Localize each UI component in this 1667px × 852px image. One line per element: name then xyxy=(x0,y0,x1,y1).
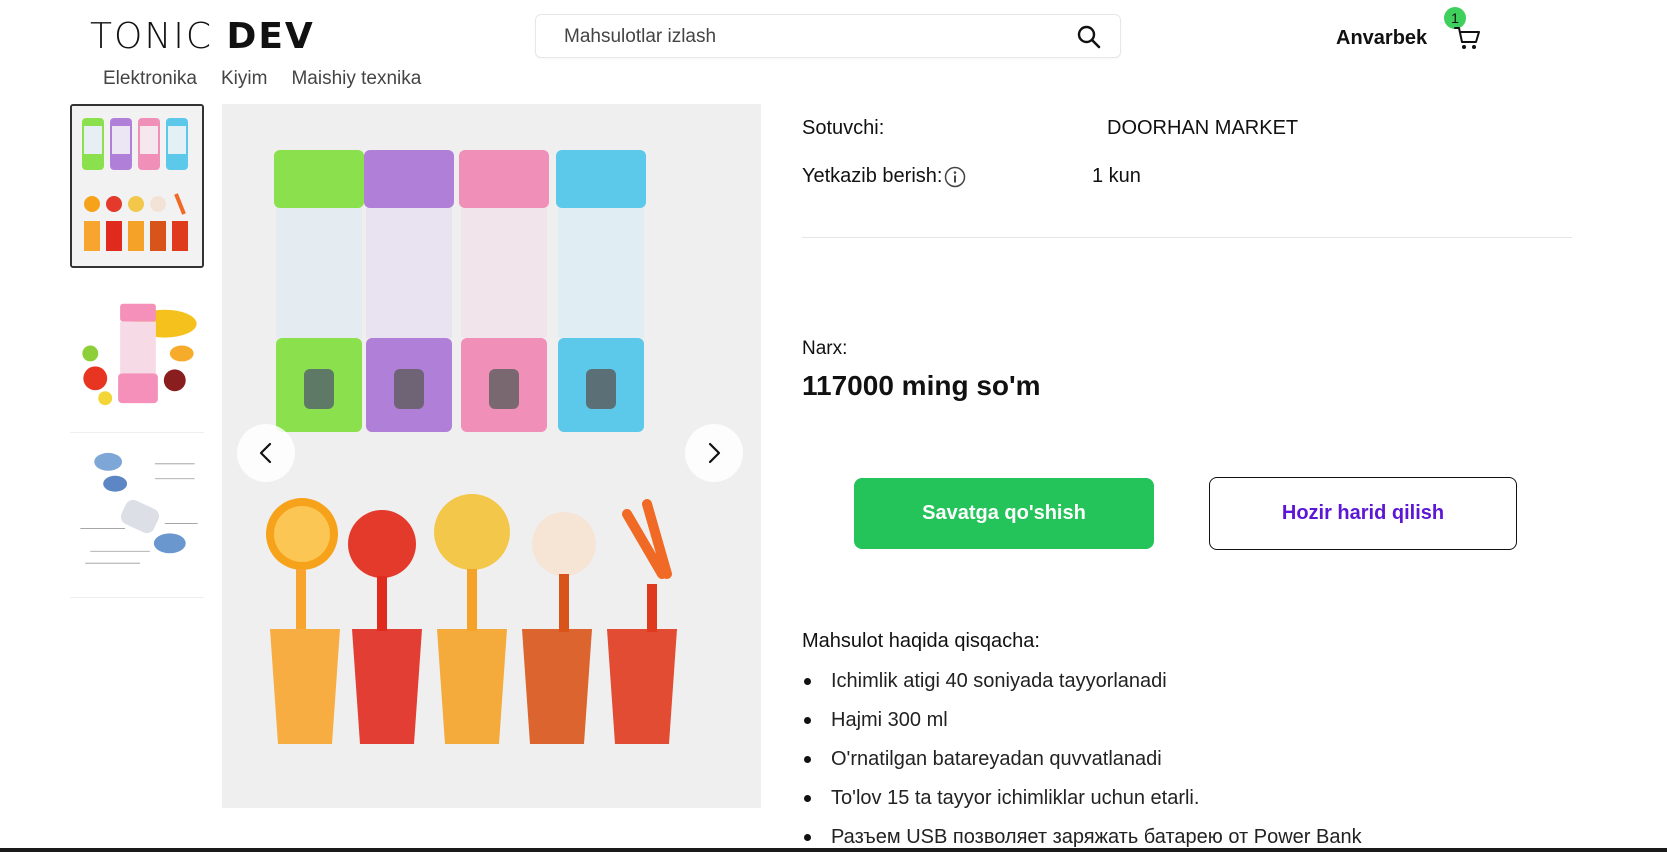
description-title: Mahsulot haqida qisqacha: xyxy=(802,630,1040,652)
thumbnail-blenders[interactable] xyxy=(70,104,204,268)
seller-label: Sotuvchi: xyxy=(802,117,885,139)
nav-item-kiyim[interactable]: Kiyim xyxy=(221,68,267,90)
logo[interactable]: TONIC DEV xyxy=(90,16,315,57)
logo-text-light: TONIC xyxy=(90,16,227,57)
thumbnail-pink-blender-image xyxy=(70,269,204,432)
price-label: Narx: xyxy=(802,338,848,359)
nav-item-elektronika[interactable]: Elektronika xyxy=(103,68,197,90)
chevron-left-icon xyxy=(259,442,272,464)
feature-item: O'rnatilgan batareyadan quvvatlanadi xyxy=(802,746,1362,785)
search-icon[interactable] xyxy=(1076,24,1102,50)
feature-list: Ichimlik atigi 40 soniyada tayyorlanadi … xyxy=(802,668,1362,852)
bottom-edge-bar xyxy=(0,848,1667,852)
thumbnail-blenders-image xyxy=(72,106,202,266)
previous-image-button[interactable] xyxy=(237,424,295,482)
cart-icon[interactable] xyxy=(1452,22,1482,52)
nav-item-maishiy-texnika[interactable]: Maishiy texnika xyxy=(291,68,421,90)
logo-text-bold: DEV xyxy=(226,16,315,57)
divider xyxy=(802,237,1572,238)
feature-item: Ichimlik atigi 40 soniyada tayyorlanadi xyxy=(802,668,1362,707)
delivery-label: Yetkazib berish: xyxy=(802,165,943,187)
delivery-label-row: Yetkazib berish: xyxy=(802,165,966,188)
next-image-button[interactable] xyxy=(685,424,743,482)
thumbnail-pink-blender[interactable] xyxy=(70,269,204,433)
seller-value: DOORHAN MARKET xyxy=(1107,117,1299,139)
main-product-image xyxy=(222,104,761,808)
thumbnail-list xyxy=(70,104,206,599)
thumbnail-blender-parts[interactable] xyxy=(70,434,204,598)
user-name[interactable]: Anvarbek xyxy=(1336,27,1427,50)
chevron-right-icon xyxy=(708,442,721,464)
feature-item: Hajmi 300 ml xyxy=(802,707,1362,746)
thumbnail-blender-parts-image xyxy=(70,434,204,597)
buy-now-button[interactable]: Hozir harid qilish xyxy=(1209,477,1517,550)
search-bar xyxy=(535,14,1121,58)
product-photo-blenders xyxy=(222,104,761,808)
info-icon[interactable] xyxy=(944,166,966,188)
delivery-value: 1 kun xyxy=(1092,165,1141,187)
price-value: 117000 ming so'm xyxy=(802,370,1041,401)
category-nav: Elektronika Kiyim Maishiy texnika xyxy=(103,68,421,90)
search-input[interactable] xyxy=(564,23,1044,51)
feature-item: To'lov 15 ta tayyor ichimliklar uchun et… xyxy=(802,785,1362,824)
add-to-cart-button[interactable]: Savatga qo'shish xyxy=(854,478,1154,549)
